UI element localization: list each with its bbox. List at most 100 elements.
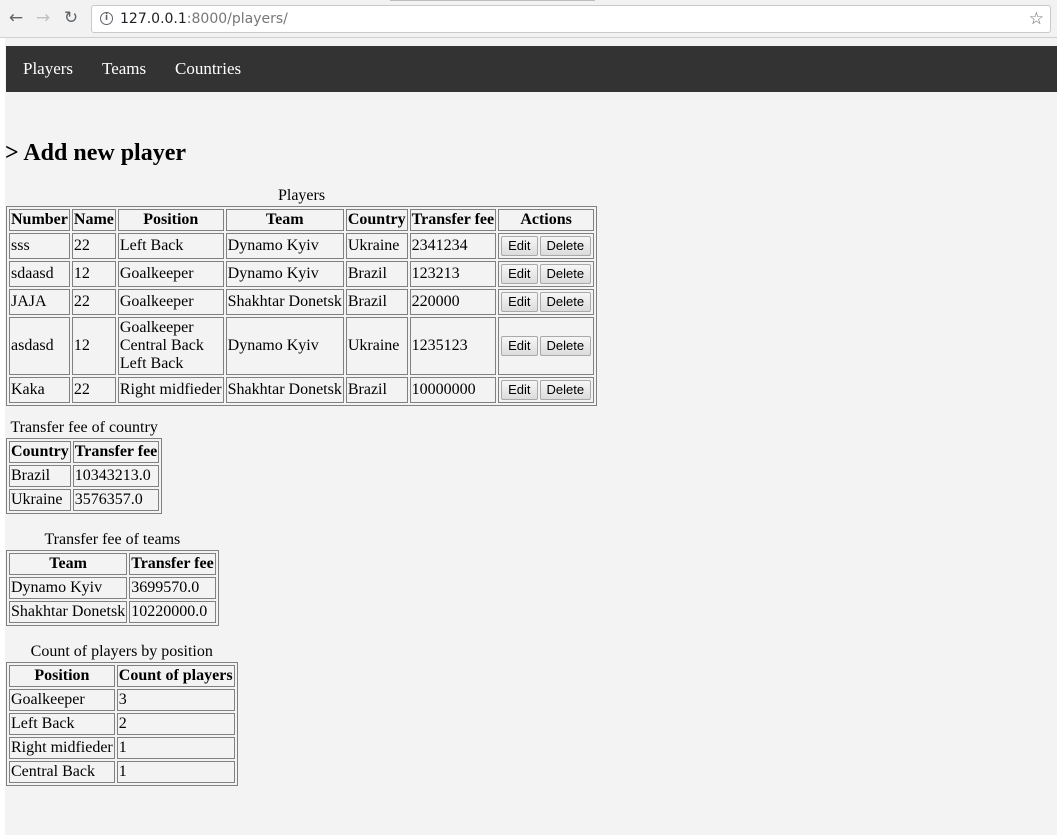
- table-cell: Shakhtar Donetsk: [9, 601, 128, 623]
- position-value: Left Back: [119, 355, 184, 372]
- player-team-cell: Shakhtar Donetsk: [225, 377, 344, 403]
- position-value: Left Back: [119, 237, 184, 254]
- country-fee-row: Brazil 10343213.0: [9, 465, 160, 487]
- player-fee-cell: 10000000: [409, 377, 497, 403]
- forward-arrow-icon[interactable]: →: [33, 8, 53, 28]
- address-url[interactable]: 127.0.0.1:8000/players/: [120, 6, 288, 32]
- player-actions-cell: Edit Delete: [498, 317, 595, 375]
- player-row: JAJA 22 Goalkeeper Shakhtar Donetsk Brazil 22…: [9, 289, 595, 315]
- table-cell: 3699570.0: [129, 577, 216, 599]
- delete-button[interactable]: Delete: [539, 264, 592, 284]
- country-fee-caption: Transfer fee of country: [10, 419, 158, 436]
- column-header: Transfer fee: [72, 441, 160, 463]
- position-value: Right midfieder: [119, 381, 222, 398]
- country-fee-row: Ukraine 3576357.0: [9, 489, 160, 511]
- table-cell: 3576357.0: [72, 489, 160, 511]
- player-country-cell: Brazil: [345, 261, 408, 287]
- table-cell: 10343213.0: [72, 465, 160, 487]
- column-header: Team: [9, 553, 128, 575]
- nav-link-teams[interactable]: Teams: [102, 59, 146, 79]
- table-cell: Ukraine: [9, 489, 71, 511]
- players-header-row: Number Name Position Team Country Transfer fe…: [9, 209, 595, 231]
- player-name-cell: 22: [71, 377, 116, 403]
- team-fee-table: Transfer fee of teams Team Transfer fee D…: [6, 531, 219, 626]
- player-name-cell: 22: [71, 233, 116, 259]
- player-position-cell: Left Back: [117, 233, 224, 259]
- column-header: Transfer fee: [409, 209, 497, 231]
- player-actions-cell: Edit Delete: [498, 289, 595, 315]
- position-count-row: Central Back 1: [9, 761, 235, 783]
- players-table: Players Number Name Position Team Country Tra…: [6, 187, 598, 406]
- page-body: Players Teams Countries > Add new player…: [5, 38, 1057, 835]
- table-cell: 10220000.0: [129, 601, 216, 623]
- player-position-cell: Goalkeeper: [117, 289, 224, 315]
- table-cell: 1: [116, 761, 235, 783]
- player-number-cell: JAJA: [9, 289, 70, 315]
- position-count-header-row: Position Count of players: [9, 665, 235, 687]
- player-team-cell: Dynamo Kyiv: [225, 261, 344, 287]
- player-fee-cell: 2341234: [409, 233, 497, 259]
- team-fee-row: Shakhtar Donetsk 10220000.0: [9, 601, 216, 623]
- player-team-cell: Dynamo Kyiv: [225, 233, 344, 259]
- position-value: Goalkeeper: [119, 265, 194, 282]
- table-cell: Goalkeeper: [9, 689, 115, 711]
- column-header: Position: [117, 209, 224, 231]
- nav-link-countries[interactable]: Countries: [175, 59, 241, 79]
- player-name-cell: 12: [71, 261, 116, 287]
- country-fee-header-row: Country Transfer fee: [9, 441, 160, 463]
- position-count-table: Count of players by position Position Cou…: [6, 643, 238, 786]
- info-icon[interactable]: i: [100, 12, 113, 25]
- player-row: Kaka 22 Right midfieder Shakhtar Donetsk Bra…: [9, 377, 595, 403]
- column-header: Position: [9, 665, 115, 687]
- top-navigation: Players Teams Countries: [6, 46, 1057, 92]
- player-row: asdasd 12 Goalkeeper Central Back Left Back D…: [9, 317, 595, 375]
- tab-strip-edge: [390, 0, 595, 1]
- player-country-cell: Ukraine: [345, 233, 408, 259]
- nav-link-players[interactable]: Players: [23, 59, 73, 79]
- table-cell: 3: [116, 689, 235, 711]
- position-value: Goalkeeper: [119, 319, 194, 336]
- player-fee-cell: 220000: [409, 289, 497, 315]
- player-country-cell: Brazil: [345, 289, 408, 315]
- add-new-player-link[interactable]: > Add new player: [5, 140, 186, 167]
- edit-button[interactable]: Edit: [501, 292, 538, 312]
- column-header: Country: [9, 441, 71, 463]
- player-row: sss 22 Left Back Dynamo Kyiv Ukraine 2341234 E…: [9, 233, 595, 259]
- position-count-row: Right midfieder 1: [9, 737, 235, 759]
- delete-button[interactable]: Delete: [539, 380, 592, 400]
- edit-button[interactable]: Edit: [501, 264, 538, 284]
- edit-button[interactable]: Edit: [501, 236, 538, 256]
- column-header: Transfer fee: [129, 553, 216, 575]
- delete-button[interactable]: Delete: [539, 236, 592, 256]
- player-row: sdaasd 12 Goalkeeper Dynamo Kyiv Brazil 12321…: [9, 261, 595, 287]
- table-cell: Dynamo Kyiv: [9, 577, 128, 599]
- delete-button[interactable]: Delete: [539, 336, 592, 356]
- player-actions-cell: Edit Delete: [498, 233, 595, 259]
- browser-toolbar: ← → ↻ i 127.0.0.1:8000/players/ ☆: [0, 0, 1057, 38]
- table-cell: Brazil: [9, 465, 71, 487]
- delete-button[interactable]: Delete: [539, 292, 592, 312]
- position-value: Goalkeeper: [119, 293, 194, 310]
- team-fee-caption: Transfer fee of teams: [44, 531, 181, 548]
- edit-button[interactable]: Edit: [501, 380, 538, 400]
- reload-icon[interactable]: ↻: [61, 8, 81, 28]
- address-bar[interactable]: i 127.0.0.1:8000/players/ ☆: [91, 5, 1051, 33]
- back-arrow-icon[interactable]: ←: [6, 8, 26, 28]
- table-cell: 2: [116, 713, 235, 735]
- edit-button[interactable]: Edit: [501, 336, 538, 356]
- player-number-cell: sdaasd: [9, 261, 70, 287]
- country-fee-table: Transfer fee of country Country Transfer …: [6, 419, 163, 514]
- column-header: Name: [71, 209, 116, 231]
- player-position-cell: Goalkeeper: [117, 261, 224, 287]
- team-fee-header-row: Team Transfer fee: [9, 553, 216, 575]
- player-fee-cell: 123213: [409, 261, 497, 287]
- table-cell: Central Back: [9, 761, 115, 783]
- position-count-caption: Count of players by position: [30, 643, 213, 660]
- column-header: Count of players: [116, 665, 235, 687]
- player-name-cell: 12: [71, 317, 116, 375]
- column-header: Team: [225, 209, 344, 231]
- column-header: Actions: [498, 209, 595, 231]
- column-header: Number: [9, 209, 70, 231]
- bookmark-star-icon[interactable]: ☆: [1029, 6, 1044, 32]
- player-fee-cell: 1235123: [409, 317, 497, 375]
